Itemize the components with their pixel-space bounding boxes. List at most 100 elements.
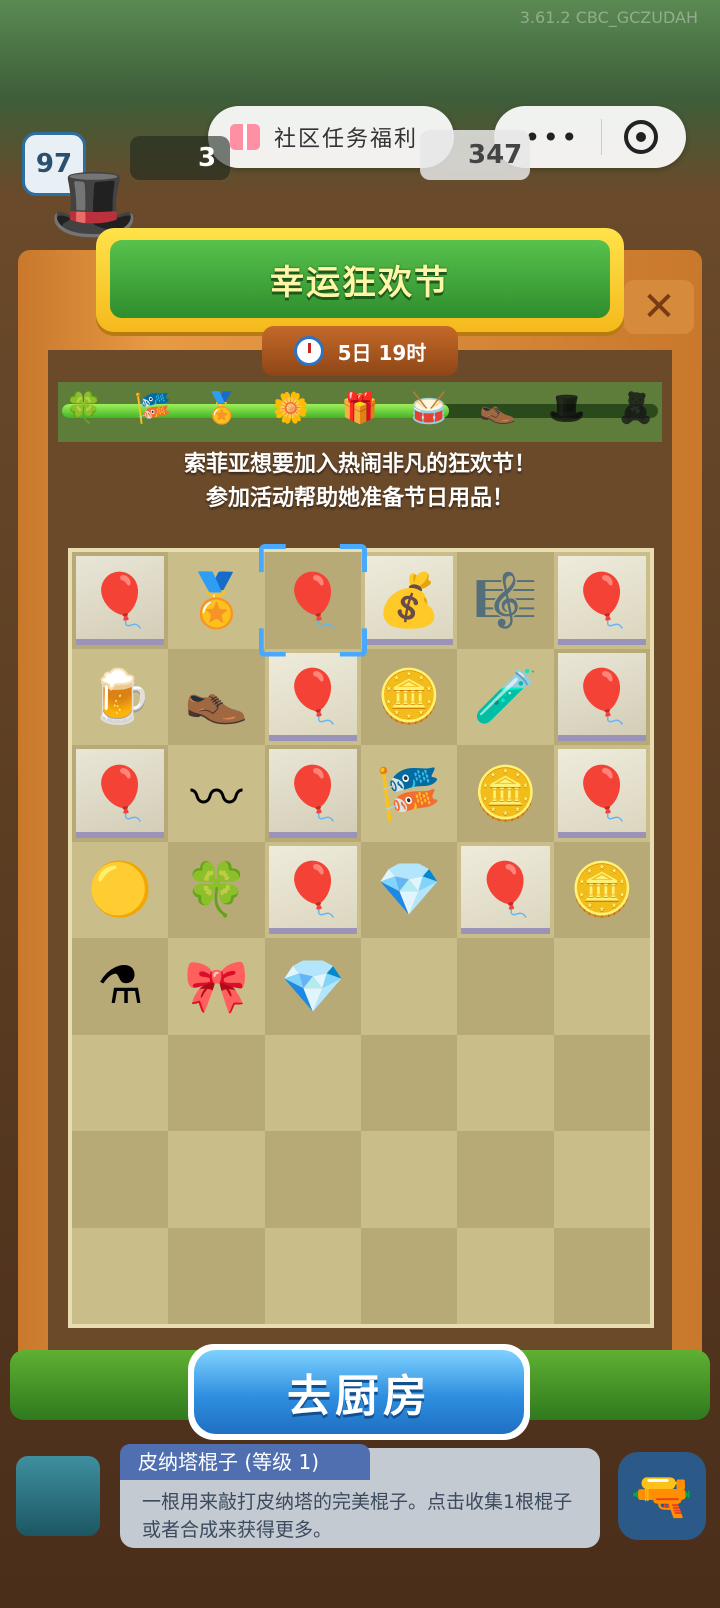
board-cell[interactable] [168, 1131, 265, 1228]
board-item-icon[interactable]: 🎈 [280, 570, 345, 631]
milestone-4-icon[interactable]: 🌼 [269, 387, 313, 431]
board-cell[interactable]: 🎈 [264, 552, 361, 649]
board-cell[interactable]: 🎀 [168, 938, 265, 1035]
board-item-icon[interactable]: 🎈 [280, 763, 345, 824]
board-item-icon[interactable]: 🧪 [473, 666, 538, 727]
board-item-icon[interactable]: 🍀 [184, 859, 249, 920]
board-cell[interactable] [168, 1034, 265, 1131]
board-cell[interactable] [72, 1227, 169, 1324]
board-cell[interactable] [457, 1034, 554, 1131]
board-cell[interactable]: 💎 [264, 938, 361, 1035]
board-cell[interactable] [361, 1131, 458, 1228]
board-cell[interactable]: 🎈 [264, 841, 361, 938]
milestone-2-icon[interactable]: 🎏 [131, 387, 175, 431]
board-item-icon[interactable]: 🎈 [473, 859, 538, 920]
board-cell[interactable]: 🍺 [72, 648, 169, 745]
energy-counter[interactable]: 3 [130, 136, 230, 180]
board-cell[interactable] [361, 1034, 458, 1131]
milestone-1-icon[interactable]: 🍀 [62, 387, 106, 431]
gem-counter[interactable]: 347 [420, 130, 530, 180]
mini-program-title-pill[interactable]: 社区任务福利 [208, 106, 454, 168]
board-item-icon[interactable]: 🪙 [377, 666, 442, 727]
board-cell[interactable] [361, 938, 458, 1035]
clock-icon [293, 336, 324, 366]
board-item-icon[interactable]: 💎 [280, 956, 345, 1017]
board-cell[interactable]: 〰 [168, 745, 265, 842]
board-item-icon[interactable]: 🎈 [88, 763, 153, 824]
board-item-icon[interactable]: 🍺 [88, 666, 153, 727]
drill-tool-icon[interactable]: 🔫 [618, 1452, 706, 1540]
board-item-icon[interactable]: 🎈 [88, 570, 153, 631]
board-cell[interactable] [553, 938, 650, 1035]
board-cell[interactable] [457, 1131, 554, 1228]
board-cell[interactable]: 🎈 [264, 745, 361, 842]
board-cell[interactable]: 🎼 [457, 552, 554, 649]
board-cell[interactable] [553, 1034, 650, 1131]
event-timer: 5日 19时 [262, 326, 458, 376]
board-cell[interactable] [457, 938, 554, 1035]
storage-chest-icon[interactable] [16, 1456, 100, 1536]
board-cell[interactable] [361, 1227, 458, 1324]
board-cell[interactable]: 👞 [168, 648, 265, 745]
board-item-icon[interactable]: 🎏 [377, 763, 442, 824]
board-cell[interactable]: 🎈 [457, 841, 554, 938]
milestone-6-icon[interactable]: 🥁 [407, 387, 451, 431]
board-item-icon[interactable]: 🎈 [569, 570, 634, 631]
merge-board: 🎈 🏅 🎈 💰 🎼 🎈 🍺 👞 🎈 🪙 🧪 🎈 🎈 〰 🎈 🎏 🪙 🎈 🟡 🍀 🎈 💎 🎈 🪙 ⚗ 🎀 💎 [68, 548, 654, 1328]
board-item-icon[interactable]: 🪙 [473, 763, 538, 824]
board-cell[interactable] [72, 1131, 169, 1228]
board-item-icon[interactable]: 🟡 [88, 859, 153, 920]
close-button[interactable]: ✕ [624, 280, 694, 334]
board-cell[interactable] [553, 1227, 650, 1324]
board-item-icon[interactable]: ⚗ [97, 956, 144, 1016]
capsule-divider [601, 119, 603, 155]
board-cell[interactable]: 🎈 [72, 552, 169, 649]
board-cell[interactable]: 🧪 [457, 648, 554, 745]
milestone-5-icon[interactable]: 🎁 [338, 387, 382, 431]
board-cell[interactable] [168, 1227, 265, 1324]
board-cell[interactable]: 🪙 [457, 745, 554, 842]
board-cell[interactable]: 🎈 [553, 745, 650, 842]
go-kitchen-button[interactable]: 去厨房 [188, 1344, 530, 1440]
board-item-icon[interactable]: 🏅 [184, 570, 249, 631]
board-item-icon[interactable]: 〰 [190, 756, 242, 831]
board-cell[interactable] [553, 1131, 650, 1228]
board-cell[interactable] [264, 1227, 361, 1324]
board-cell[interactable]: 🎈 [72, 745, 169, 842]
board-cell[interactable] [264, 1131, 361, 1228]
board-item-icon[interactable]: 🎈 [569, 763, 634, 824]
board-cell[interactable]: 🪙 [361, 648, 458, 745]
board-cell[interactable]: 🏅 [168, 552, 265, 649]
board-cell[interactable]: 🎈 [553, 648, 650, 745]
board-item-icon[interactable]: 💰 [377, 570, 442, 631]
board-item-icon[interactable]: 💎 [377, 859, 442, 920]
board-cell[interactable]: 🎈 [264, 648, 361, 745]
board-item-icon[interactable]: 🎈 [280, 666, 345, 727]
board-cell[interactable] [457, 1227, 554, 1324]
milestone-9-icon[interactable]: 🧸 [614, 387, 658, 431]
description-line-2: 参加活动帮助她准备节日用品！ [205, 486, 514, 511]
board-item-icon[interactable]: 🎀 [184, 956, 249, 1017]
board-cell[interactable]: 🟡 [72, 841, 169, 938]
board-cell[interactable]: 💎 [361, 841, 458, 938]
board-cell[interactable]: 🪙 [553, 841, 650, 938]
board-item-icon[interactable]: 👞 [184, 666, 249, 727]
milestone-3-icon[interactable]: 🏅 [200, 387, 244, 431]
board-item-icon[interactable]: 🪙 [569, 859, 634, 920]
milestone-7-icon[interactable]: 👞 [476, 387, 520, 431]
board-item-icon[interactable]: 🎈 [280, 859, 345, 920]
board-cell[interactable] [72, 1034, 169, 1131]
board-cell[interactable]: ⚗ [72, 938, 169, 1035]
milestone-8-icon[interactable]: 🎩 [545, 387, 589, 431]
event-timer-text: 5日 19时 [337, 340, 427, 365]
more-options-icon[interactable]: ••• [524, 121, 580, 154]
board-item-icon[interactable]: 🎼 [473, 570, 538, 631]
board-item-icon[interactable]: 🎈 [569, 666, 634, 727]
board-cell[interactable]: 🎏 [361, 745, 458, 842]
board-cell[interactable]: 🍀 [168, 841, 265, 938]
board-cell[interactable]: 💰 [361, 552, 458, 649]
board-cell[interactable] [264, 1034, 361, 1131]
close-miniprogram-icon[interactable] [623, 120, 658, 154]
board-cell[interactable]: 🎈 [553, 552, 650, 649]
event-description: 索菲亚想要加入热闹非凡的狂欢节！ 参加活动帮助她准备节日用品！ [58, 448, 662, 530]
